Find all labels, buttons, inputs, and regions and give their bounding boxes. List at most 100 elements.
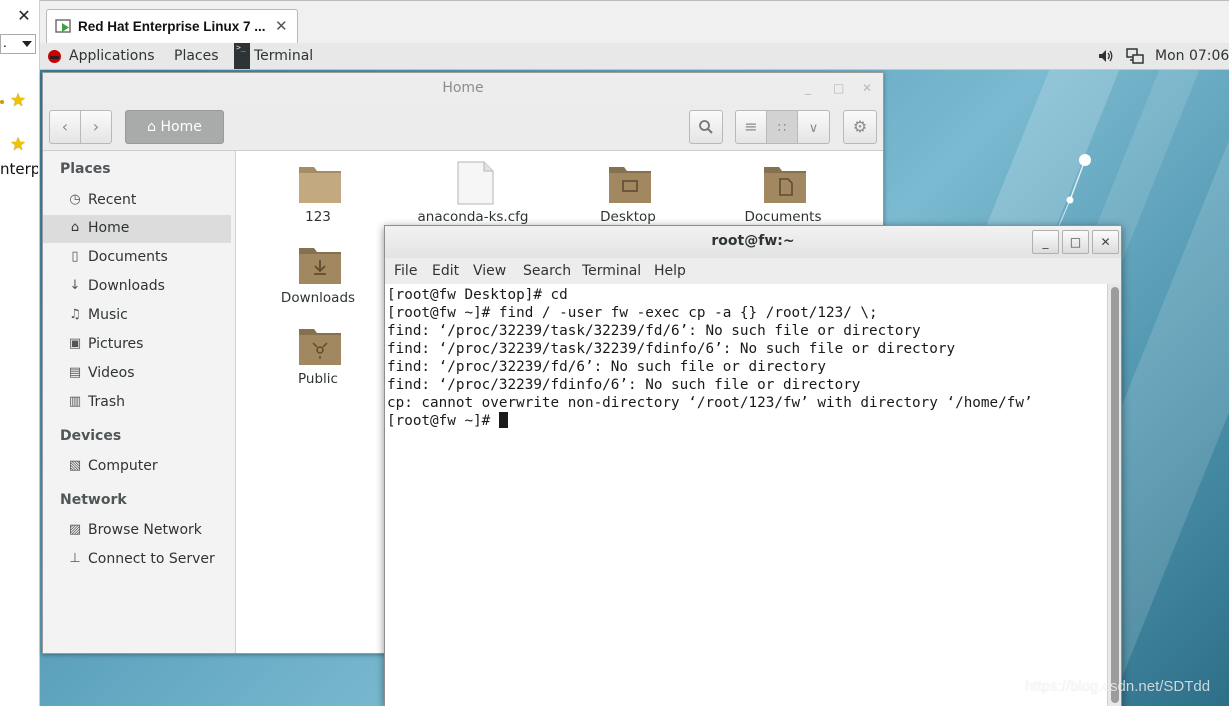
forward-button[interactable]: ›	[80, 110, 112, 144]
menu-view[interactable]: View	[473, 263, 506, 279]
terminal-icon: >_	[234, 43, 250, 69]
files-titlebar[interactable]: Home _ □ ✕	[43, 73, 883, 104]
terminal-menubar: File Edit View Search Terminal Help	[385, 258, 1121, 284]
sidebar-item-documents[interactable]: ▯ Documents	[43, 244, 231, 272]
sidebar-item-label: Recent	[88, 192, 137, 208]
search-button[interactable]	[689, 110, 723, 144]
places-menu[interactable]: Places	[174, 48, 219, 64]
menu-file[interactable]: File	[394, 263, 417, 279]
terminal-line: find: ‘/proc/32239/task/32239/fdinfo/6’:…	[387, 341, 956, 357]
terminal-prompt-line: [root@fw ~]#	[387, 412, 1107, 430]
terminal-taskbar-button[interactable]: >_ Terminal	[234, 43, 318, 69]
document-icon: ▯	[71, 249, 79, 264]
file-item-label: Public	[298, 371, 338, 387]
trash-icon: ▥	[68, 394, 82, 409]
sidebar-item-label: Pictures	[88, 336, 144, 352]
terminal-line: [root@fw Desktop]# cd	[387, 287, 568, 303]
terminal-titlebar[interactable]: root@fw:~ _ □ ✕	[385, 226, 1121, 258]
vm-tab-bar: Red Hat Enterprise Linux 7 ... ✕	[40, 0, 1229, 44]
sidebar-heading-places: Places	[60, 161, 111, 177]
file-item-folder[interactable]: 123	[248, 161, 388, 237]
sidebar-item-browse-network[interactable]: ▨ Browse Network	[43, 517, 231, 545]
applications-menu[interactable]: Applications	[69, 48, 155, 64]
terminal-window: root@fw:~ _ □ ✕ File Edit View Search Te…	[384, 225, 1122, 706]
computer-icon: ▧	[68, 458, 82, 473]
close-button[interactable]: ✕	[862, 81, 872, 95]
terminal-line: cp: cannot overwrite non-directory ‘/roo…	[387, 395, 1033, 411]
sidebar-item-label: Music	[88, 307, 128, 323]
menu-edit[interactable]: Edit	[432, 263, 459, 279]
sidebar-item-downloads[interactable]: ↓ Downloads	[43, 273, 231, 301]
downloads-folder-icon	[299, 248, 341, 284]
file-item-label: anaconda-ks.cfg	[417, 209, 529, 225]
sidebar-heading-devices: Devices	[60, 428, 122, 444]
menu-search[interactable]: Search	[523, 263, 571, 279]
sidebar-item-label: Home	[88, 220, 130, 236]
minimize-button[interactable]: _	[1032, 230, 1059, 254]
sidebar-item-label: Connect to Server	[88, 551, 215, 567]
files-window-title: Home	[442, 80, 484, 96]
close-button[interactable]: ✕	[1092, 230, 1119, 254]
search-icon	[699, 120, 713, 134]
terminal-window-title: root@fw:~	[711, 233, 795, 249]
files-sidebar: Places ◷ Recent ⌂ Home ▯ Documents ↓ Dow…	[43, 151, 236, 653]
documents-folder-icon	[764, 167, 806, 203]
chevron-right-icon: ›	[92, 117, 100, 136]
list-view-button[interactable]: ≡	[735, 110, 767, 144]
clock[interactable]: Mon 07:06	[1155, 48, 1229, 64]
clock-icon: ◷	[69, 192, 81, 207]
minimize-button[interactable]: _	[805, 81, 811, 95]
file-item-folder[interactable]: Public	[248, 323, 388, 399]
maximize-button[interactable]: □	[833, 81, 844, 95]
camera-icon: ▣	[68, 336, 82, 351]
volume-icon[interactable]	[1098, 48, 1114, 64]
sidebar-item-music[interactable]: ♫ Music	[43, 302, 231, 330]
music-icon: ♫	[69, 307, 81, 322]
scrollbar-thumb[interactable]	[1111, 287, 1119, 703]
sidebar-item-connect-to-server[interactable]: ⊥ Connect to Server	[43, 546, 231, 574]
menu-help[interactable]: Help	[654, 263, 686, 279]
host-dropdown-value: .	[3, 36, 7, 50]
file-item-label: Documents	[744, 209, 822, 225]
text-file-icon	[457, 161, 494, 205]
folder-icon	[299, 167, 341, 203]
file-item-label: 123	[305, 209, 331, 225]
sidebar-item-home[interactable]: ⌂ Home	[43, 215, 231, 243]
host-dropdown[interactable]: .	[0, 34, 36, 54]
sidebar-item-recent[interactable]: ◷ Recent	[43, 187, 231, 215]
star-icon[interactable]: ★	[10, 92, 28, 110]
sidebar-item-label: Browse Network	[88, 522, 202, 538]
sidebar-heading-network: Network	[60, 492, 127, 508]
grid-icon: ∷	[777, 121, 787, 136]
sidebar-item-computer[interactable]: ▧ Computer	[43, 453, 231, 481]
terminal-output[interactable]: [root@fw Desktop]# cd [root@fw ~]# find /…	[385, 284, 1107, 706]
sidebar-item-label: Downloads	[88, 278, 165, 294]
terminal-cursor	[498, 412, 508, 428]
sidebar-item-label: Videos	[88, 365, 135, 381]
network-icon[interactable]	[1126, 48, 1144, 64]
file-item-folder[interactable]: Downloads	[248, 242, 388, 318]
vm-icon	[55, 19, 71, 33]
server-icon: ⊥	[69, 551, 81, 566]
vm-tab[interactable]: Red Hat Enterprise Linux 7 ... ✕	[46, 9, 298, 44]
terminal-prompt: [root@fw ~]#	[387, 413, 499, 429]
path-bar-home[interactable]: ⌂ Home	[125, 110, 224, 144]
back-button[interactable]: ‹	[49, 110, 81, 144]
star-icon[interactable]: ★	[10, 136, 28, 154]
download-icon: ↓	[69, 278, 81, 293]
settings-button[interactable]: ⚙	[843, 110, 877, 144]
sidebar-item-trash[interactable]: ▥ Trash	[43, 389, 231, 417]
terminal-scrollbar[interactable]	[1107, 284, 1121, 706]
grid-view-button[interactable]: ∷	[766, 110, 798, 144]
host-close-icon[interactable]: ✕	[12, 6, 36, 26]
maximize-button[interactable]: □	[1062, 230, 1089, 254]
files-toolbar: ‹ › ⌂ Home ≡ ∷ ∨ ⚙	[43, 104, 883, 151]
close-icon[interactable]: ✕	[275, 17, 288, 35]
sidebar-item-pictures[interactable]: ▣ Pictures	[43, 331, 231, 359]
menu-terminal[interactable]: Terminal	[582, 263, 641, 279]
view-options-button[interactable]: ∨	[797, 110, 830, 144]
file-item-label: Desktop	[600, 209, 656, 225]
vm-tab-title: Red Hat Enterprise Linux 7 ...	[78, 19, 266, 34]
sidebar-item-videos[interactable]: ▤ Videos	[43, 360, 231, 388]
chevron-left-icon: ‹	[61, 117, 69, 136]
